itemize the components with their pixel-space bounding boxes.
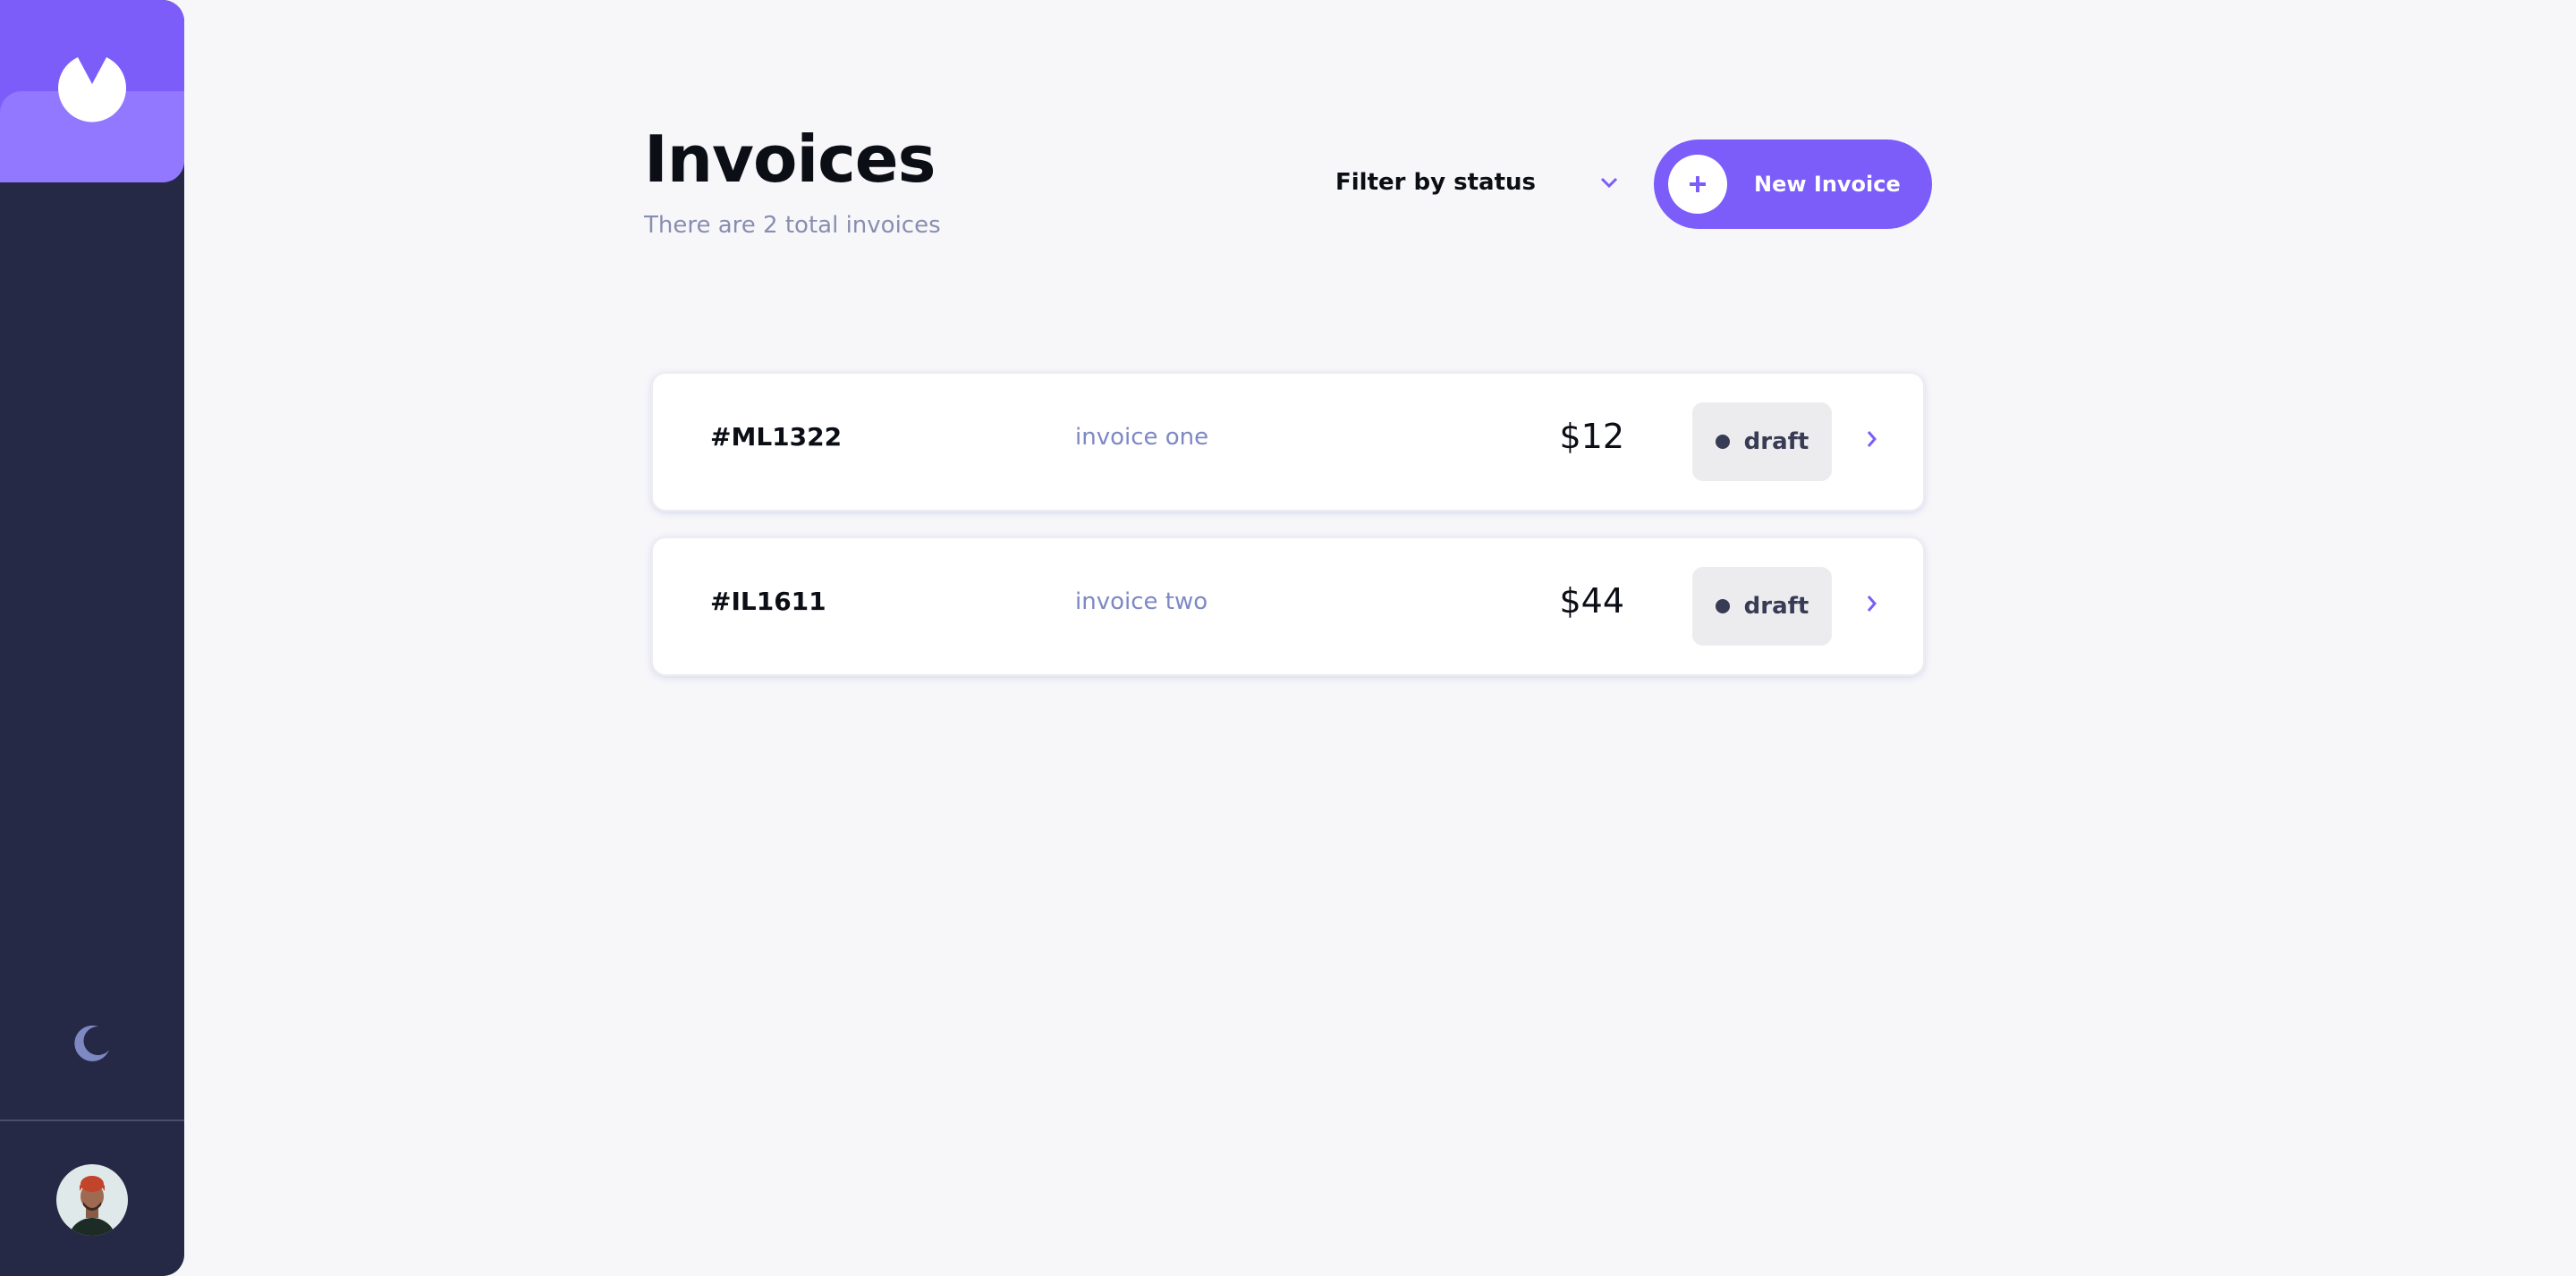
status-dot [1715, 599, 1730, 613]
invoice-amount: $44 [1559, 581, 1624, 621]
new-invoice-label: New Invoice [1754, 172, 1901, 197]
status-label: draft [1743, 593, 1809, 620]
chevron-right-icon[interactable] [1866, 594, 1878, 613]
brand-logo-icon [58, 57, 126, 123]
invoice-id: #IL1611 [710, 587, 826, 616]
user-avatar[interactable] [56, 1164, 128, 1236]
brand-logo[interactable] [0, 0, 184, 182]
status-label: draft [1743, 428, 1809, 455]
invoice-client-name: invoice one [1075, 424, 1209, 451]
invoice-amount: $12 [1559, 417, 1624, 456]
invoice-count-subtitle: There are 2 total invoices [644, 212, 941, 239]
status-badge: draft [1692, 402, 1832, 481]
plus-icon [1690, 176, 1706, 192]
sidebar [0, 0, 184, 1276]
invoice-row[interactable]: #IL1611 invoice two $44 draft [651, 537, 1925, 676]
chevron-down-icon [1600, 177, 1618, 189]
status-badge: draft [1692, 567, 1832, 646]
app-root: Invoices There are 2 total invoices Filt… [0, 0, 2576, 1276]
invoice-client-name: invoice two [1075, 588, 1208, 615]
plus-circle [1668, 155, 1727, 214]
chevron-right-icon[interactable] [1866, 429, 1878, 449]
invoice-row[interactable]: #ML1322 invoice one $12 draft [651, 372, 1925, 511]
filter-label: Filter by status [1335, 169, 1536, 196]
filter-by-status-dropdown[interactable]: Filter by status [1335, 165, 1618, 200]
invoice-id: #ML1322 [710, 422, 843, 452]
page-title: Invoices [644, 122, 936, 197]
new-invoice-button[interactable]: New Invoice [1654, 139, 1932, 229]
theme-toggle-button[interactable] [72, 1023, 113, 1064]
status-dot [1715, 435, 1730, 449]
avatar-image [56, 1164, 128, 1236]
moon-icon [74, 1025, 109, 1061]
sidebar-divider [0, 1120, 184, 1121]
